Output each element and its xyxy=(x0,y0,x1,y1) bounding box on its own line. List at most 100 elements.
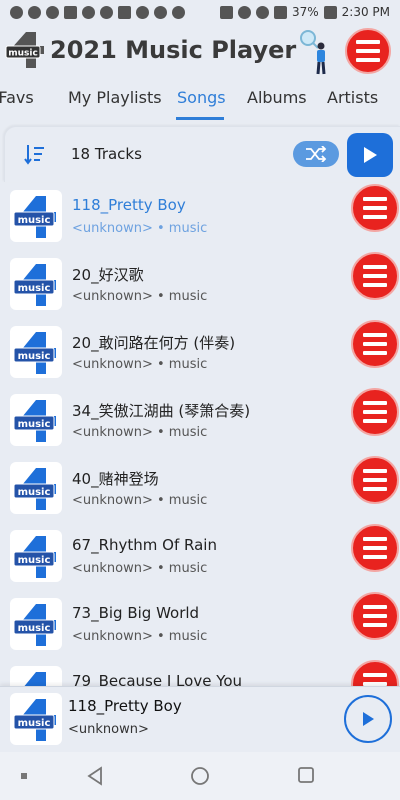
song-title: 20_好汉歌 xyxy=(72,266,144,284)
home-icon[interactable] xyxy=(190,766,210,786)
song-row[interactable]: music 118_Pretty Boy <unknown> • music xyxy=(0,184,400,252)
menu-icon-bar xyxy=(363,215,387,219)
menu-icon-bar xyxy=(356,40,380,44)
artwork-logo-text: music xyxy=(18,351,51,362)
menu-icon-bar xyxy=(363,546,387,550)
notification-icon xyxy=(136,5,149,19)
recents-dot-icon[interactable] xyxy=(20,772,28,780)
song-options-button[interactable] xyxy=(351,660,399,686)
tab-songs[interactable]: Songs xyxy=(177,88,226,107)
notification-icon xyxy=(10,5,23,19)
menu-icon-bar xyxy=(363,333,387,337)
menu-icon-bar xyxy=(356,58,380,62)
music-logo-icon: music xyxy=(13,536,56,578)
music-logo-icon: music xyxy=(13,699,56,741)
menu-icon-bar xyxy=(363,419,387,423)
artwork-logo-text: music xyxy=(18,283,51,294)
tracks-toolbar: 18 Tracks xyxy=(4,126,400,182)
logo-text: music xyxy=(8,49,38,59)
play-all-button[interactable] xyxy=(347,133,393,177)
menu-icon-bar xyxy=(363,401,387,405)
notification-icon xyxy=(172,5,185,19)
wifi-icon xyxy=(255,5,269,19)
overview-icon[interactable] xyxy=(297,766,315,784)
artwork-logo-text: music xyxy=(18,555,51,566)
menu-icon-bar xyxy=(363,265,387,269)
music-logo-icon: music xyxy=(13,332,56,374)
menu-icon-bar xyxy=(363,342,387,346)
active-tab-indicator xyxy=(176,117,224,120)
song-row[interactable]: music 40_赌神登场 <unknown> • music xyxy=(0,456,400,524)
main-menu-button[interactable] xyxy=(345,28,391,74)
notification-icon xyxy=(82,5,95,19)
song-artwork: music xyxy=(10,326,62,378)
system-navigation-bar xyxy=(0,752,400,800)
song-title: 20_敢问路在何方 (伴奏) xyxy=(72,334,236,352)
song-options-button[interactable] xyxy=(351,456,399,504)
notification-icon xyxy=(64,5,77,19)
music-logo-icon: music xyxy=(13,400,56,442)
tab-my-favs[interactable]: My Favs xyxy=(0,88,34,107)
song-row[interactable]: music 34_笑傲江湖曲 (琴箫合奏) <unknown> • music xyxy=(0,388,400,456)
status-notification-icons xyxy=(10,5,185,19)
song-title: 40_赌神登场 xyxy=(72,470,159,488)
song-artwork: music xyxy=(10,258,62,310)
sort-icon[interactable] xyxy=(23,143,45,165)
music-logo-icon: music xyxy=(13,264,56,306)
app-title: 2021 Music Player xyxy=(50,36,297,64)
app-logo: music xyxy=(5,32,44,68)
artwork-logo-text: music xyxy=(18,419,51,430)
shuffle-icon xyxy=(306,146,327,162)
song-row[interactable]: music 67_Rhythm Of Rain <unknown> • music xyxy=(0,524,400,592)
song-options-button[interactable] xyxy=(351,320,399,368)
mute-icon xyxy=(237,5,251,19)
song-row[interactable]: music 73_Big Big World <unknown> • music xyxy=(0,592,400,660)
artwork-logo-text: music xyxy=(18,215,51,226)
song-options-button[interactable] xyxy=(351,252,399,300)
menu-icon-bar xyxy=(363,614,387,618)
tab-albums[interactable]: Albums xyxy=(247,88,307,107)
menu-icon-bar xyxy=(356,49,380,53)
person-search-icon[interactable] xyxy=(296,28,332,76)
song-artwork: music xyxy=(10,394,62,446)
tab-bar: My Favs My Playlists Songs Albums Artist… xyxy=(0,78,400,122)
song-options-button[interactable] xyxy=(351,524,399,572)
menu-icon-bar xyxy=(363,478,387,482)
menu-icon-bar xyxy=(363,605,387,609)
menu-icon-bar xyxy=(363,487,387,491)
song-options-button[interactable] xyxy=(351,184,399,232)
back-icon[interactable] xyxy=(86,766,104,786)
battery-percent: 37% xyxy=(291,5,319,19)
song-row[interactable]: music79_Because I Love You<unknown> • mu… xyxy=(0,660,400,686)
now-playing-play-button[interactable] xyxy=(344,695,392,743)
song-list: music 118_Pretty Boy <unknown> • music musi… xyxy=(0,184,400,686)
song-row[interactable]: music 20_敢问路在何方 (伴奏) <unknown> • music xyxy=(0,320,400,388)
shuffle-button[interactable] xyxy=(293,141,339,167)
battery-icon xyxy=(323,5,337,19)
song-artwork: music xyxy=(10,666,62,686)
song-artwork: music xyxy=(10,190,62,242)
notification-icon xyxy=(100,5,113,19)
song-options-button[interactable] xyxy=(351,388,399,436)
menu-icon-bar xyxy=(363,623,387,627)
menu-icon-bar xyxy=(363,206,387,210)
song-options-button[interactable] xyxy=(351,592,399,640)
song-artwork: music xyxy=(10,462,62,514)
song-artwork: music xyxy=(10,598,62,650)
tab-my-playlists[interactable]: My Playlists xyxy=(68,88,162,107)
song-subtitle: <unknown> • music xyxy=(72,289,208,304)
tab-artists[interactable]: Artists xyxy=(327,88,378,107)
menu-icon-bar xyxy=(363,351,387,355)
menu-icon-bar xyxy=(363,469,387,473)
notification-icon xyxy=(118,5,131,19)
tracks-count: 18 Tracks xyxy=(71,145,142,163)
now-playing-artwork: music xyxy=(10,693,62,745)
now-playing-bar[interactable]: music 118_Pretty Boy <unknown> xyxy=(0,686,400,752)
song-row[interactable]: music 20_好汉歌 <unknown> • music xyxy=(0,252,400,320)
notification-icon xyxy=(28,5,41,19)
clock: 2:30 PM xyxy=(341,5,390,19)
now-playing-artist: <unknown> xyxy=(68,722,149,737)
song-subtitle: <unknown> • music xyxy=(72,221,208,236)
song-title: 67_Rhythm Of Rain xyxy=(72,536,217,554)
music-logo-icon: music xyxy=(24,672,46,686)
